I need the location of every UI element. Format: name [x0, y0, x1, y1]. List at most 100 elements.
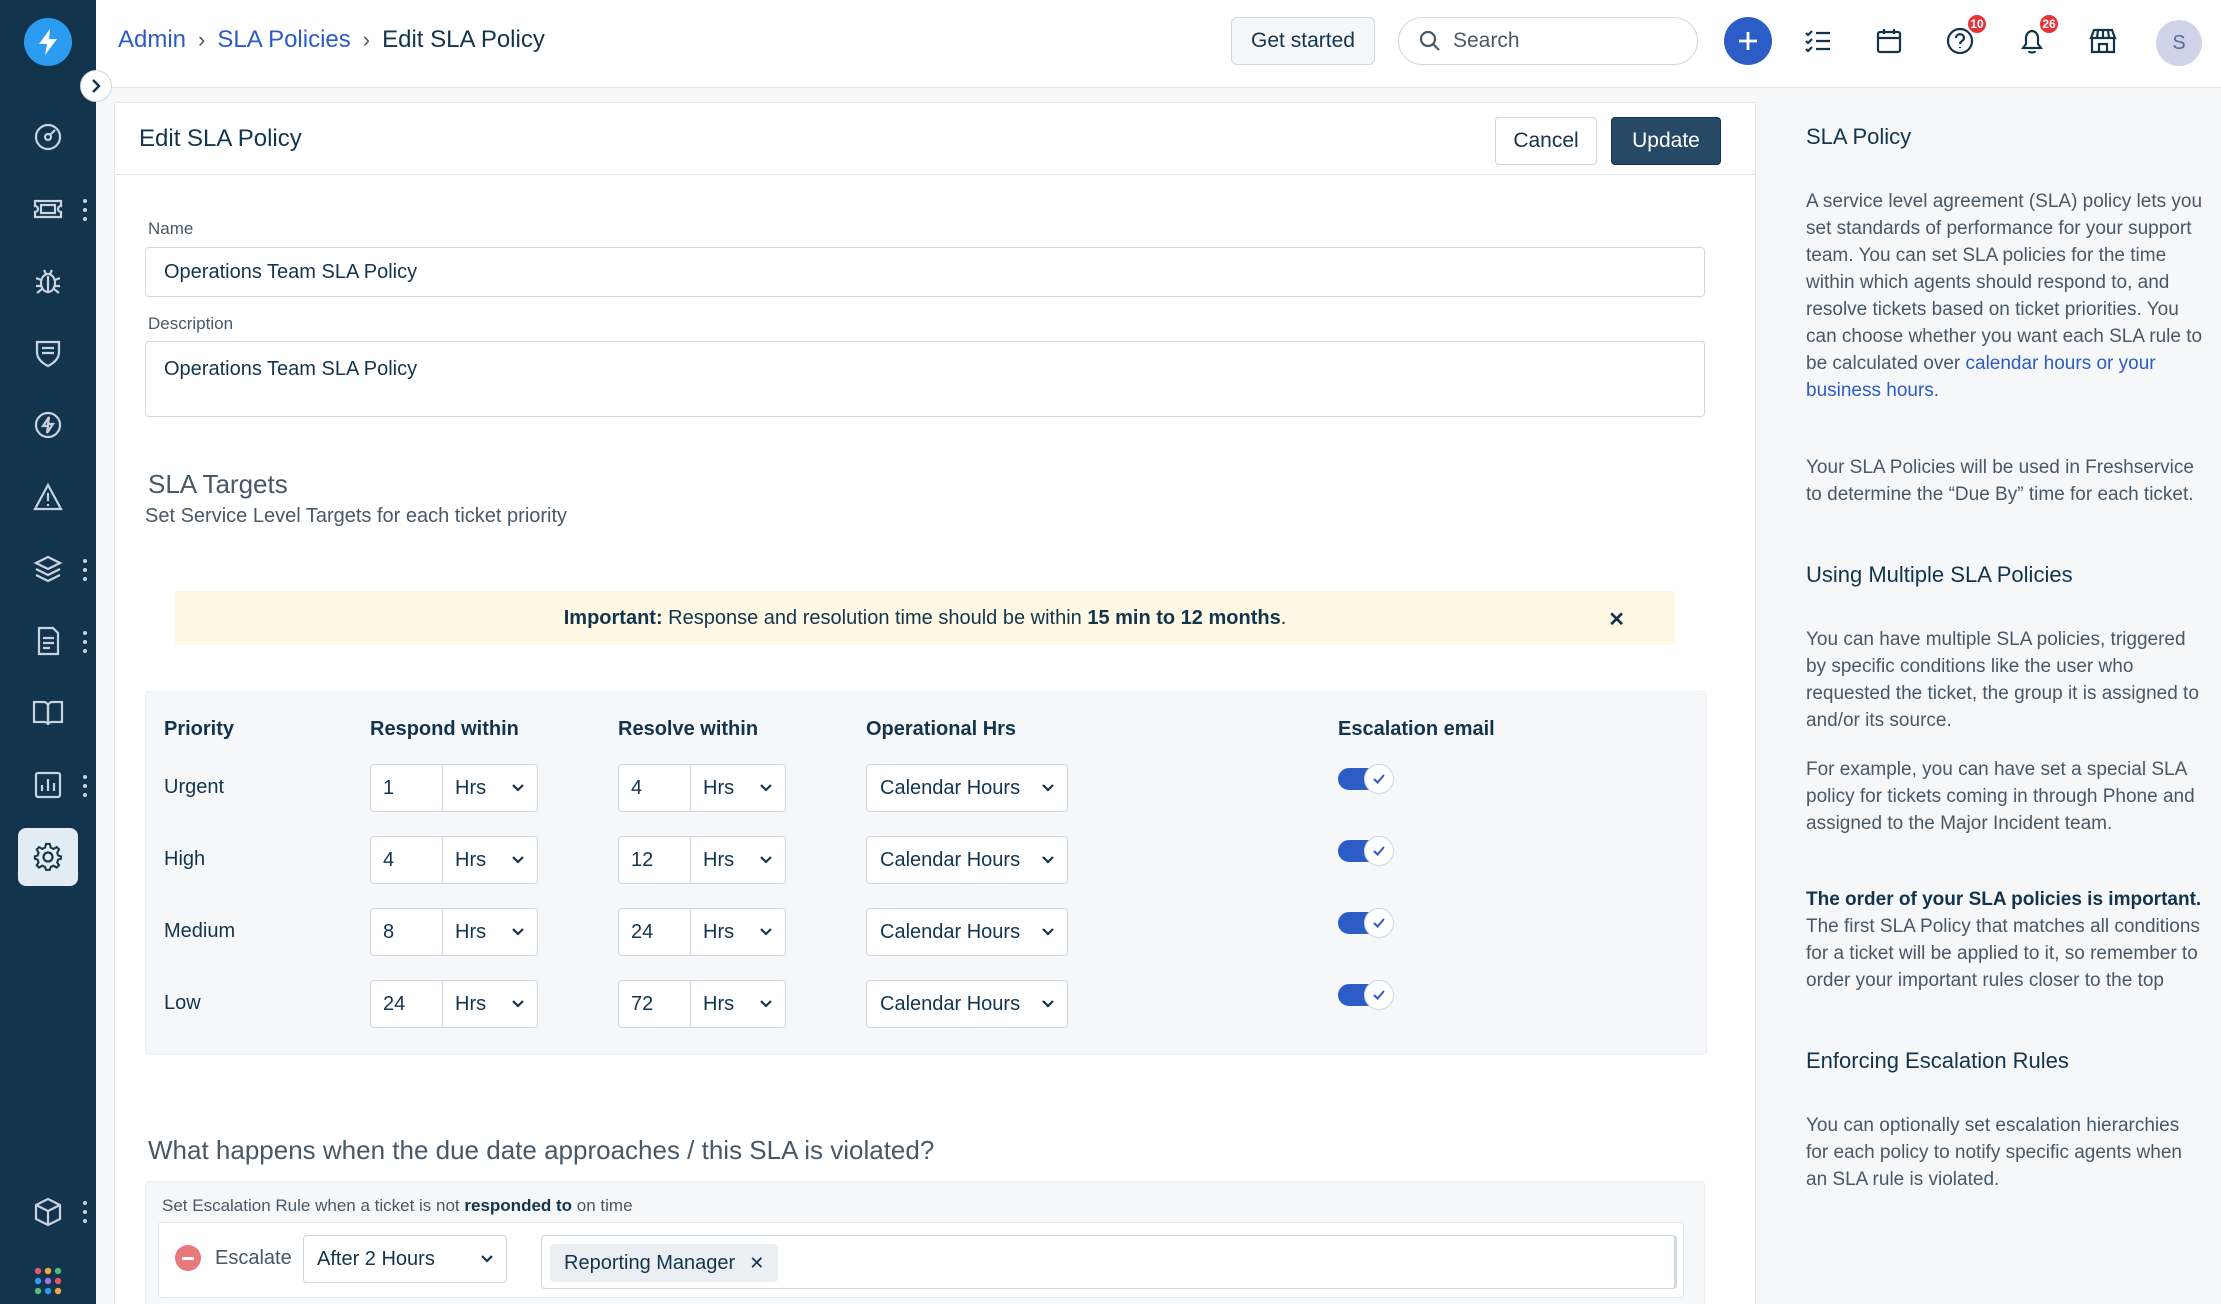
breadcrumb-sla-policies[interactable]: SLA Policies [217, 26, 350, 54]
reports-icon[interactable] [18, 756, 78, 814]
escalation-toggle[interactable] [1338, 980, 1394, 1010]
operational-hours-select[interactable]: Calendar Hours [866, 764, 1068, 812]
remove-rule-icon[interactable] [175, 1245, 201, 1271]
escalation-toggle[interactable] [1338, 908, 1394, 938]
dashboard-icon[interactable] [18, 108, 78, 166]
priority-high: High [164, 848, 206, 870]
respond-value-input[interactable]: 4 [370, 836, 442, 884]
operational-label: Calendar Hours [880, 920, 1021, 943]
respond-value-input[interactable]: 24 [370, 980, 442, 1028]
card-header: Edit SLA Policy Cancel Update [115, 103, 1755, 175]
help-p5: The first SLA Policy that matches all co… [1806, 916, 2200, 991]
box-more-icon[interactable] [82, 1201, 88, 1223]
apps-grid-icon[interactable] [18, 1252, 78, 1304]
resolve-unit-select[interactable]: Hrs [690, 908, 786, 956]
escalation-toggle[interactable] [1338, 764, 1394, 794]
chevron-down-icon [760, 856, 772, 864]
chevron-down-icon [512, 928, 524, 936]
update-button[interactable]: Update [1611, 117, 1721, 165]
description-field[interactable]: Operations Team SLA Policy [145, 341, 1705, 417]
settings-icon[interactable] [18, 828, 78, 886]
document-more-icon[interactable] [82, 631, 88, 653]
operational-hours-select[interactable]: Calendar Hours [866, 836, 1068, 884]
sidebar [0, 0, 96, 1304]
close-icon[interactable]: ✕ [1608, 607, 1625, 632]
chevron-down-icon [512, 784, 524, 792]
new-item-button[interactable] [1724, 17, 1772, 65]
resolve-unit-select[interactable]: Hrs [690, 764, 786, 812]
lightning-logo-icon[interactable] [24, 18, 72, 66]
edit-sla-card: Edit SLA Policy Cancel Update Name Opera… [114, 102, 1756, 1304]
breadcrumb-current: Edit SLA Policy [382, 26, 545, 53]
check-icon [1364, 908, 1394, 938]
cancel-button[interactable]: Cancel [1495, 117, 1597, 165]
breadcrumb: Admin › SLA Policies › Edit SLA Policy [118, 26, 545, 54]
resolve-value-input[interactable]: 12 [618, 836, 690, 884]
breadcrumb-admin[interactable]: Admin [118, 26, 186, 54]
header-respond: Respond within [370, 718, 519, 740]
check-icon [1364, 836, 1394, 866]
rule-prefix: Set Escalation Rule when a ticket is not [162, 1196, 465, 1215]
notification-badge: 26 [2038, 13, 2060, 35]
chevron-right-icon: › [362, 27, 371, 52]
calendar-icon[interactable] [1867, 19, 1911, 63]
help-p4: For example, you can have set a special … [1806, 759, 2195, 834]
name-label: Name [148, 219, 194, 238]
notification-bell-icon[interactable]: 26 [2010, 13, 2060, 63]
respond-value-input[interactable]: 8 [370, 908, 442, 956]
respond-unit-select[interactable]: Hrs [442, 836, 538, 884]
box-icon[interactable] [18, 1183, 78, 1241]
checklist-icon[interactable] [1796, 19, 1840, 63]
layers-icon[interactable] [18, 540, 78, 598]
unit-label: Hrs [455, 848, 487, 871]
resolve-unit-select[interactable]: Hrs [690, 980, 786, 1028]
ticket-icon[interactable] [18, 180, 78, 238]
resolve-value-input[interactable]: 24 [618, 908, 690, 956]
top-bar: Admin › SLA Policies › Edit SLA Policy G… [96, 0, 2221, 88]
search-placeholder: Search [1453, 29, 1520, 52]
layers-more-icon[interactable] [82, 559, 88, 581]
operational-label: Calendar Hours [880, 848, 1021, 871]
violation-title: What happens when the due date approache… [148, 1135, 935, 1165]
resolve-value-input[interactable]: 72 [618, 980, 690, 1028]
help-p5-bold: The order of your SLA policies is import… [1806, 889, 2202, 910]
sla-targets-table: Priority Respond within Resolve within O… [145, 691, 1707, 1055]
resolve-value-input[interactable]: 4 [618, 764, 690, 812]
search-input[interactable]: Search [1398, 17, 1698, 65]
respond-value-input[interactable]: 1 [370, 764, 442, 812]
bolt-icon[interactable] [18, 396, 78, 454]
bug-icon[interactable] [18, 252, 78, 310]
priority-medium: Medium [164, 920, 236, 942]
operational-hours-select[interactable]: Calendar Hours [866, 980, 1068, 1028]
escalate-to-field[interactable]: Reporting Manager ✕ [541, 1235, 1677, 1289]
help-panel: SLA Policy A service level agreement (SL… [1780, 102, 2221, 1304]
notice-bold: Important: [563, 606, 663, 629]
after-label: After 2 Hours [317, 1247, 435, 1270]
sidebar-expand-icon[interactable] [80, 70, 112, 102]
ticket-more-icon[interactable] [82, 199, 88, 221]
help-p1: A service level agreement (SLA) policy l… [1806, 191, 2203, 374]
avatar[interactable]: S [2156, 20, 2202, 66]
name-field[interactable]: Operations Team SLA Policy [145, 247, 1705, 297]
header-priority: Priority [164, 718, 235, 740]
help-icon[interactable]: 10 [1938, 13, 1988, 63]
escalate-after-select[interactable]: After 2 Hours [303, 1235, 507, 1283]
tag-label: Reporting Manager [564, 1251, 736, 1274]
resolve-unit-select[interactable]: Hrs [690, 836, 786, 884]
respond-unit-select[interactable]: Hrs [442, 764, 538, 812]
unit-label: Hrs [703, 776, 735, 799]
search-icon [1419, 30, 1440, 51]
marketplace-icon[interactable] [2081, 19, 2125, 63]
alert-icon[interactable] [18, 468, 78, 526]
book-icon[interactable] [18, 684, 78, 742]
shield-icon[interactable] [18, 324, 78, 382]
escalation-toggle[interactable] [1338, 836, 1394, 866]
operational-hours-select[interactable]: Calendar Hours [866, 908, 1068, 956]
respond-unit-select[interactable]: Hrs [442, 908, 538, 956]
unit-label: Hrs [455, 992, 487, 1015]
reports-more-icon[interactable] [82, 775, 88, 797]
document-icon[interactable] [18, 612, 78, 670]
remove-tag-icon[interactable]: ✕ [749, 1253, 764, 1274]
respond-unit-select[interactable]: Hrs [442, 980, 538, 1028]
get-started-button[interactable]: Get started [1231, 17, 1375, 65]
